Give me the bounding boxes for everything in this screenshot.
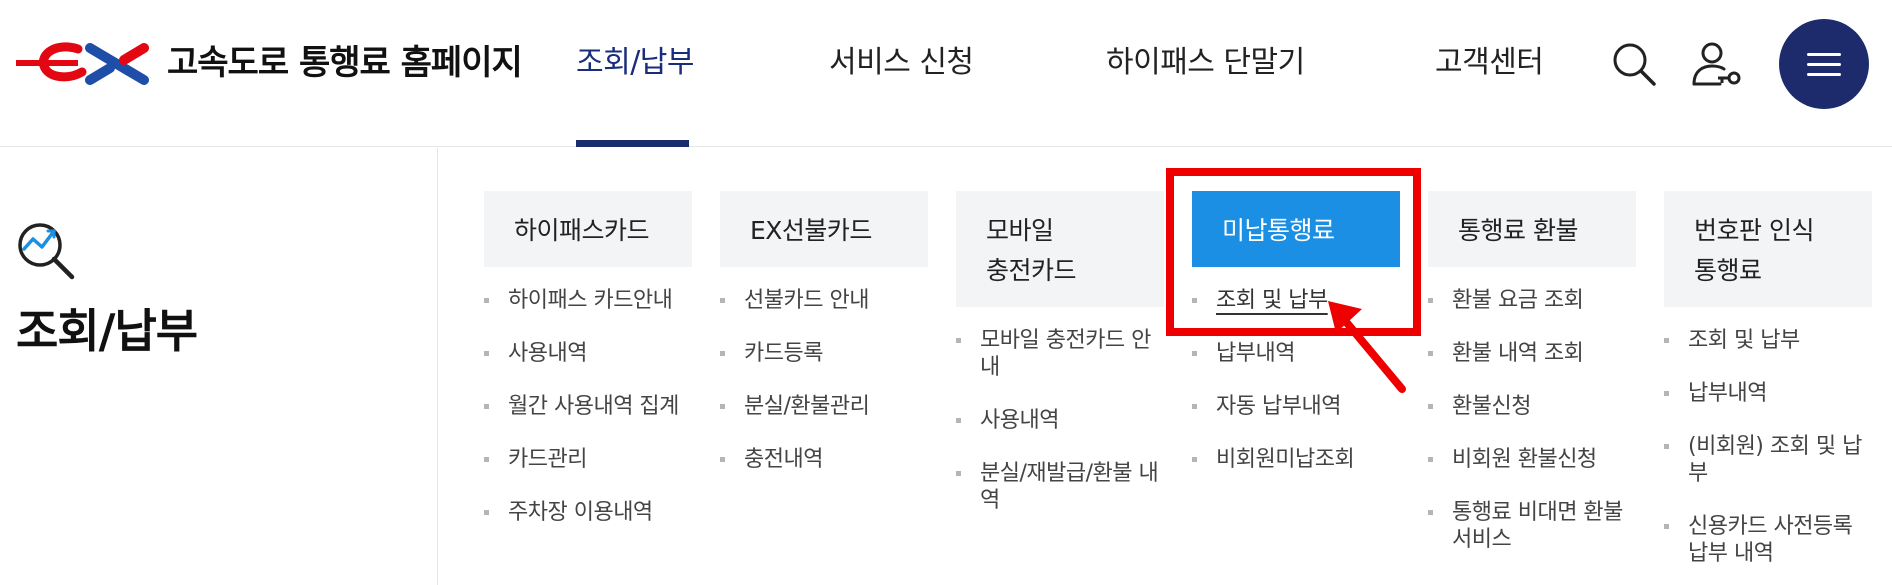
list-item[interactable]: 환불 내역 조회	[1428, 340, 1632, 367]
menu-column-ex-prepaid-card: EX선불카드 선불카드 안내 카드등록 분실/환불관리 충전내역	[720, 191, 928, 499]
column-heading[interactable]: 모바일 충전카드	[956, 191, 1164, 307]
list-item[interactable]: 사용내역	[956, 407, 1160, 434]
nav-customer-center[interactable]: 고객센터	[1435, 40, 1544, 86]
menu-column-mobile-charge-card: 모바일 충전카드 모바일 충전카드 안내 사용내역 분실/재발급/환불 내역	[956, 191, 1164, 540]
menu-column-toll-refund: 통행료 환불 환불 요금 조회 환불 내역 조회 환불신청 비회원 환불신청 통…	[1428, 191, 1636, 579]
list-item[interactable]: 비회원 환불신청	[1428, 446, 1632, 473]
column-heading-unpaid-toll[interactable]: 미납통행료	[1192, 191, 1400, 267]
list-item[interactable]: 분실/재발급/환불 내역	[956, 460, 1160, 514]
nav-hipass-terminal[interactable]: 하이패스 단말기	[1106, 40, 1305, 86]
list-item[interactable]: 통행료 비대면 환불 서비스	[1428, 499, 1632, 553]
list-item[interactable]: 조회 및 납부	[1664, 327, 1868, 354]
list-item[interactable]: 납부내역	[1192, 340, 1396, 367]
column-heading[interactable]: 통행료 환불	[1428, 191, 1636, 267]
list-item[interactable]: 카드관리	[484, 446, 688, 473]
list-item[interactable]: 충전내역	[720, 446, 924, 473]
list-item[interactable]: 카드등록	[720, 340, 924, 367]
column-heading[interactable]: 하이패스카드	[484, 191, 692, 267]
menu-button[interactable]	[1779, 19, 1869, 109]
ex-logo[interactable]	[16, 40, 156, 86]
column-heading[interactable]: 번호판 인식 통행료	[1664, 191, 1872, 307]
list-item[interactable]: 비회원미납조회	[1192, 446, 1396, 473]
list-item-lookup-and-pay[interactable]: 조회 및 납부	[1192, 287, 1396, 314]
site-title[interactable]: 고속도로 통행료 홈페이지	[167, 40, 523, 86]
nav-service-application[interactable]: 서비스 신청	[829, 40, 974, 86]
list-item[interactable]: 환불신청	[1428, 393, 1632, 420]
list-item[interactable]: 사용내역	[484, 340, 688, 367]
list-item[interactable]: 하이패스 카드안내	[484, 287, 688, 314]
list-item[interactable]: (비회원) 조회 및 납부	[1664, 433, 1868, 487]
menu-icon	[1807, 53, 1841, 56]
section-title: 조회/납부	[16, 304, 198, 358]
section-panel	[0, 148, 438, 585]
list-item[interactable]: 선불카드 안내	[720, 287, 924, 314]
list-item[interactable]: 납부내역	[1664, 380, 1868, 407]
list-item[interactable]: 신용카드 사전등록 납부 내역	[1664, 513, 1868, 567]
column-heading[interactable]: EX선불카드	[720, 191, 928, 267]
list-item[interactable]: 모바일 충전카드 안내	[956, 327, 1160, 381]
search-icon[interactable]	[1610, 40, 1658, 88]
list-item[interactable]: 환불 요금 조회	[1428, 287, 1632, 314]
site-header: 고속도로 통행료 홈페이지 조회/납부 서비스 신청 하이패스 단말기 고객센터	[0, 0, 1892, 147]
magnifier-chart-icon	[18, 223, 75, 280]
nav-lookup-payment[interactable]: 조회/납부	[576, 40, 695, 86]
menu-column-plate-recognition-toll: 번호판 인식 통행료 조회 및 납부 납부내역 (비회원) 조회 및 납부 신용…	[1664, 191, 1872, 585]
list-item[interactable]: 분실/환불관리	[720, 393, 924, 420]
nav-active-indicator	[576, 140, 689, 147]
list-item[interactable]: 자동 납부내역	[1192, 393, 1396, 420]
menu-column-unpaid-toll: 미납통행료 조회 및 납부 납부내역 자동 납부내역 비회원미납조회	[1192, 191, 1400, 499]
user-key-icon[interactable]	[1690, 40, 1742, 90]
menu-column-hipass-card: 하이패스카드 하이패스 카드안내 사용내역 월간 사용내역 집계 카드관리 주차…	[484, 191, 692, 552]
list-item[interactable]: 월간 사용내역 집계	[484, 393, 688, 420]
list-item[interactable]: 주차장 이용내역	[484, 499, 688, 526]
